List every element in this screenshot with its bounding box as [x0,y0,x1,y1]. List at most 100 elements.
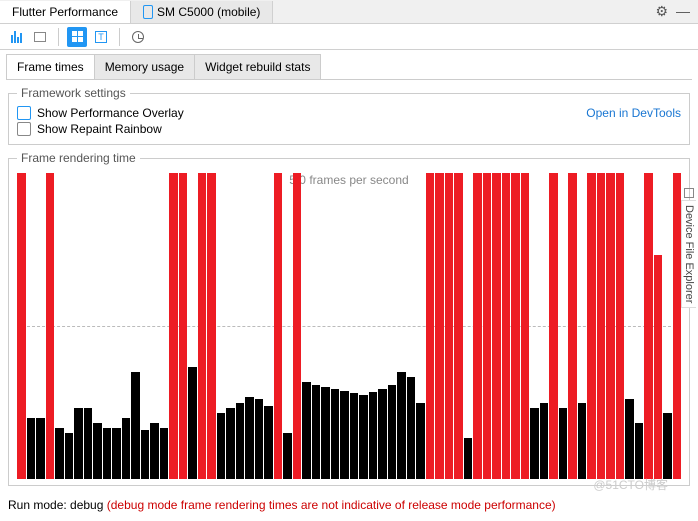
toolbar: T [0,24,698,50]
chart-bar [587,173,596,479]
chart-bar [131,372,140,479]
chart-bar [378,389,387,479]
frame-rendering-fieldset: Frame rendering time 5.0 frames per seco… [8,151,690,486]
chart-bar [112,428,121,479]
chart-bar [359,395,368,479]
chart-bar [226,408,235,479]
chart-bar [502,173,511,479]
chart-bar [635,423,644,479]
chart-bar [559,408,568,479]
chart-bar [416,403,425,480]
chart-bars [17,173,681,479]
chart-bar [312,385,321,479]
chart-bar [606,173,615,479]
chart-bar [597,173,606,479]
chart-bar [74,408,83,479]
checkbox-repaint-rainbow[interactable] [17,122,31,136]
chart-bar [160,428,169,479]
tab-bar: Frame times Memory usage Widget rebuild … [6,54,692,80]
frame-rendering-legend: Frame rendering time [17,151,140,165]
device-label: SM C5000 (mobile) [157,5,260,19]
checkbox-performance-overlay[interactable] [17,106,31,120]
chart-bar [321,387,330,479]
chart-bar [188,367,197,479]
chart-bar [568,173,577,479]
text-icon[interactable]: T [91,27,111,47]
device-icon [143,5,153,19]
chart-bar [293,173,302,479]
chart-bar [673,173,682,479]
chart-bar [464,438,473,479]
chart-bar [55,428,64,479]
run-mode-label: Run mode: debug [8,498,103,512]
chart-bar [407,377,416,479]
footer: Run mode: debug (debug mode frame render… [0,492,698,518]
chart-bar [473,173,482,479]
chart-bar [644,173,653,479]
chart-bar [17,173,26,479]
layout-icon[interactable] [30,27,50,47]
chart-bar [578,403,587,480]
label-repaint-rainbow: Show Repaint Rainbow [37,122,162,136]
grid-icon[interactable] [67,27,87,47]
chart-bar [207,173,216,479]
chart-bar [245,397,254,479]
chart-bar [27,418,36,479]
chart-bar [198,173,207,479]
tab-memory-usage[interactable]: Memory usage [94,54,195,79]
open-in-devtools-link[interactable]: Open in DevTools [586,106,681,120]
chart-bar [454,173,463,479]
chart-bar [103,428,112,479]
chart-bar [274,173,283,479]
chart-bar [663,413,672,479]
chart-bar [46,173,55,479]
chart-bar [255,399,264,479]
chart-bar [179,173,188,479]
minimize-icon[interactable]: — [676,3,690,20]
chart-bar [540,403,549,480]
chart-bar [445,173,454,479]
framework-settings-legend: Framework settings [17,86,130,100]
chart-bar [84,408,93,479]
chart-bar [302,382,311,479]
chart-bar [340,391,349,479]
chart-bar [369,392,378,479]
run-mode-warning: (debug mode frame rendering times are no… [107,498,556,512]
frame-chart [17,173,681,479]
chart-bar [122,418,131,479]
chart-bar [492,173,501,479]
performance-bars-icon[interactable] [6,27,26,47]
toolbar-separator [119,28,120,46]
tab-frame-times[interactable]: Frame times [6,54,95,79]
chart-bar [397,372,406,479]
chart-bar [511,173,520,479]
clock-icon[interactable] [128,27,148,47]
content-area: Framework settings Show Performance Over… [0,80,698,486]
chart-bar [65,433,74,479]
chart-bar [549,173,558,479]
label-performance-overlay: Show Performance Overlay [37,106,184,120]
chart-bar [530,408,539,479]
chart-bar [264,406,273,479]
chart-bar [350,393,359,479]
chart-bar [331,389,340,479]
chart-bar [483,173,492,479]
chart-bar [426,173,435,479]
tab-widget-rebuild[interactable]: Widget rebuild stats [194,54,321,79]
chart-bar [93,423,102,479]
device-file-explorer-tab[interactable]: Device File Explorer [681,200,696,308]
panel-title-flutter-performance[interactable]: Flutter Performance [0,1,131,23]
chart-bar [169,173,178,479]
chart-bar [521,173,530,479]
chart-bar [654,255,663,479]
chart-bar [236,403,245,480]
device-file-explorer-icon [684,188,694,198]
gear-icon[interactable]: ⚙ [655,3,668,20]
chart-bar [36,418,45,479]
framework-settings-fieldset: Framework settings Show Performance Over… [8,86,690,145]
chart-bar [141,430,150,479]
device-tab[interactable]: SM C5000 (mobile) [131,1,273,23]
chart-bar [435,173,444,479]
chart-bar [283,433,292,479]
chart-bar [616,173,625,479]
